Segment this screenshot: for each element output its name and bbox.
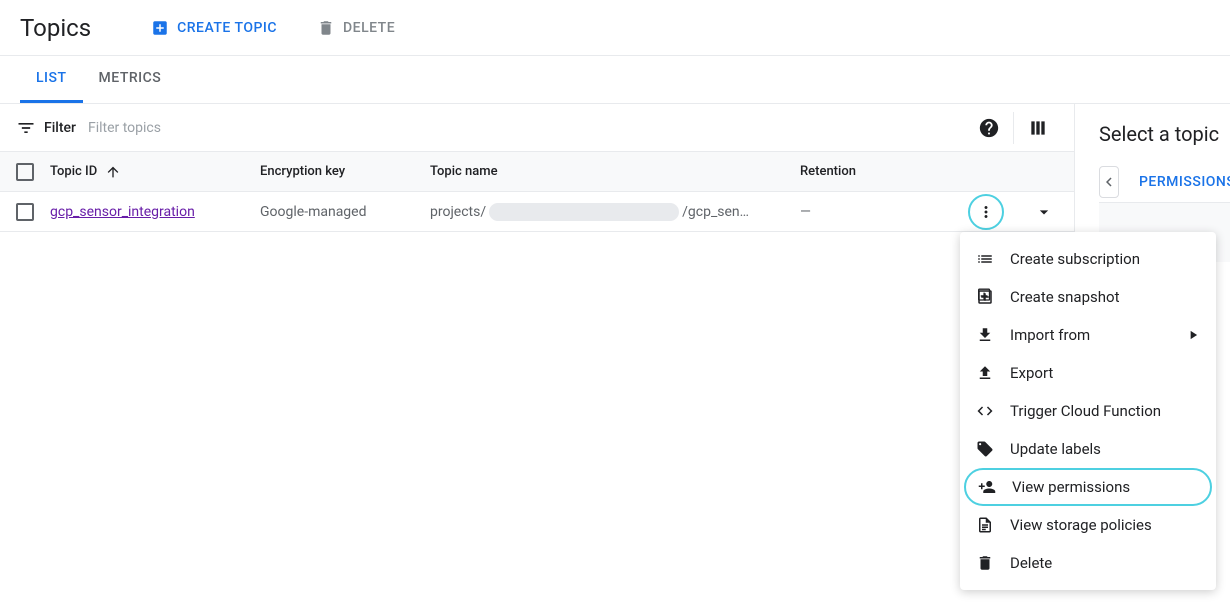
trash-icon: [976, 554, 994, 572]
select-all-checkbox[interactable]: [16, 163, 34, 181]
filter-bar: Filter: [0, 104, 1074, 152]
table-row: gcp_sensor_integration Google-managed pr…: [0, 192, 1074, 232]
help-button[interactable]: [969, 108, 1009, 148]
add-box-icon: [151, 19, 169, 37]
person-add-icon: [978, 478, 996, 496]
col-header-retention[interactable]: Retention: [800, 164, 930, 179]
download-icon: [976, 326, 994, 344]
columns-icon: [1028, 118, 1048, 138]
menu-import-from[interactable]: Import from: [960, 316, 1216, 354]
side-panel-title: Select a topic: [1099, 122, 1230, 146]
create-topic-label: Create Topic: [177, 20, 277, 36]
divider: [1013, 112, 1014, 144]
tag-icon: [976, 440, 994, 458]
columns-button[interactable]: [1018, 108, 1058, 148]
collapse-panel-button[interactable]: [1099, 166, 1119, 198]
tab-metrics[interactable]: METRICS: [83, 56, 178, 103]
help-icon: [978, 117, 1000, 139]
menu-delete[interactable]: Delete: [960, 544, 1216, 582]
tab-bar: LIST METRICS: [0, 56, 1230, 104]
row-checkbox[interactable]: [16, 203, 34, 221]
menu-create-snapshot[interactable]: Create snapshot: [960, 278, 1216, 316]
trash-icon: [317, 19, 335, 37]
page-title: Topics: [20, 14, 91, 42]
expand-row-icon[interactable]: [1034, 202, 1054, 222]
code-icon: [976, 402, 994, 420]
menu-view-permissions[interactable]: View permissions: [964, 468, 1212, 506]
upload-icon: [976, 364, 994, 382]
filter-label: Filter: [44, 120, 76, 136]
col-header-encryption[interactable]: Encryption key: [260, 164, 430, 179]
delete-button[interactable]: Delete: [317, 19, 395, 37]
document-icon: [976, 516, 994, 534]
more-actions-button[interactable]: [968, 194, 1004, 230]
encryption-value: Google-managed: [260, 204, 430, 220]
redacted-project: [489, 203, 679, 221]
chevron-left-icon: [1100, 173, 1118, 191]
topic-name-value: projects/ /gcp_sen…: [430, 203, 800, 221]
list-icon: [976, 250, 994, 268]
filter-input[interactable]: [88, 120, 969, 136]
col-header-topic-name[interactable]: Topic name: [430, 164, 800, 179]
col-header-topic-id[interactable]: Topic ID: [50, 164, 260, 180]
permissions-tab[interactable]: PERMISSIONS: [1131, 162, 1230, 202]
context-menu: Create subscription Create snapshot Impo…: [960, 232, 1216, 590]
retention-value: —: [800, 204, 930, 220]
page-header: Topics Create Topic Delete: [0, 0, 1230, 56]
delete-label: Delete: [343, 20, 395, 36]
sort-arrow-icon: [105, 164, 121, 180]
menu-storage-policies[interactable]: View storage policies: [960, 506, 1216, 544]
create-topic-button[interactable]: Create Topic: [151, 19, 277, 37]
menu-export[interactable]: Export: [960, 354, 1216, 392]
filter-icon: [16, 118, 36, 138]
topic-id-link[interactable]: gcp_sensor_integration: [50, 204, 195, 220]
menu-create-subscription[interactable]: Create subscription: [960, 240, 1216, 278]
more-vert-icon: [977, 203, 995, 221]
chevron-right-icon: [1186, 328, 1200, 342]
table-header: Topic ID Encryption key Topic name Reten…: [0, 152, 1074, 192]
tab-list[interactable]: LIST: [20, 56, 83, 103]
menu-update-labels[interactable]: Update labels: [960, 430, 1216, 468]
menu-trigger-function[interactable]: Trigger Cloud Function: [960, 392, 1216, 430]
add-page-icon: [976, 288, 994, 306]
